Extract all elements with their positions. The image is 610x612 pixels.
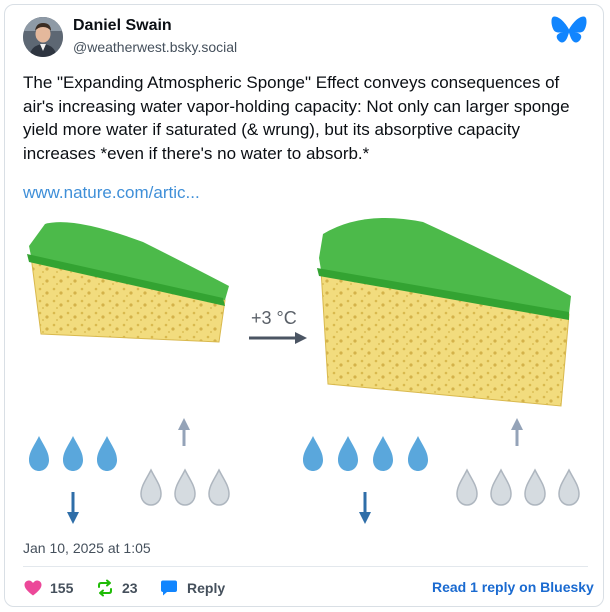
post-timestamp[interactable]: Jan 10, 2025 at 1:05 <box>23 540 151 556</box>
reply-button[interactable]: Reply <box>160 578 225 598</box>
divider <box>23 566 588 567</box>
avatar-photo-icon <box>23 17 63 57</box>
repost-button[interactable]: 23 <box>96 578 138 598</box>
author-name[interactable]: Daniel Swain <box>73 17 172 35</box>
empty-drops-left <box>140 469 230 506</box>
reply-label: Reply <box>187 580 226 596</box>
water-drops-right <box>303 436 428 471</box>
down-arrow-icon <box>67 492 79 524</box>
post-image[interactable]: +3 °C <box>23 214 587 525</box>
repost-icon <box>98 579 112 597</box>
up-arrow-icon <box>511 418 523 446</box>
empty-drops-right <box>456 469 580 506</box>
heart-icon <box>24 580 42 596</box>
speech-bubble-icon <box>161 580 177 596</box>
small-sponge <box>27 222 229 343</box>
like-button[interactable]: 155 <box>24 578 73 598</box>
down-arrow-icon <box>359 492 371 524</box>
post-text: The "Expanding Atmospheric Sponge" Effec… <box>23 73 570 163</box>
right-arrow-icon <box>249 332 307 344</box>
large-sponge <box>317 218 571 407</box>
repost-count: 23 <box>122 580 138 596</box>
bluesky-butterfly-icon[interactable] <box>551 15 587 47</box>
read-reply-link[interactable]: Read 1 reply on Bluesky <box>432 579 594 595</box>
post-link[interactable]: www.nature.com/artic... <box>23 183 200 203</box>
up-arrow-icon <box>178 418 190 446</box>
expanding-sponge-illustration: +3 °C <box>27 218 580 524</box>
temperature-change-label: +3 °C <box>251 308 297 328</box>
water-drops-left <box>29 436 117 471</box>
avatar[interactable] <box>23 17 63 57</box>
author-handle[interactable]: @weatherwest.bsky.social <box>73 39 237 55</box>
like-count: 155 <box>50 580 74 596</box>
